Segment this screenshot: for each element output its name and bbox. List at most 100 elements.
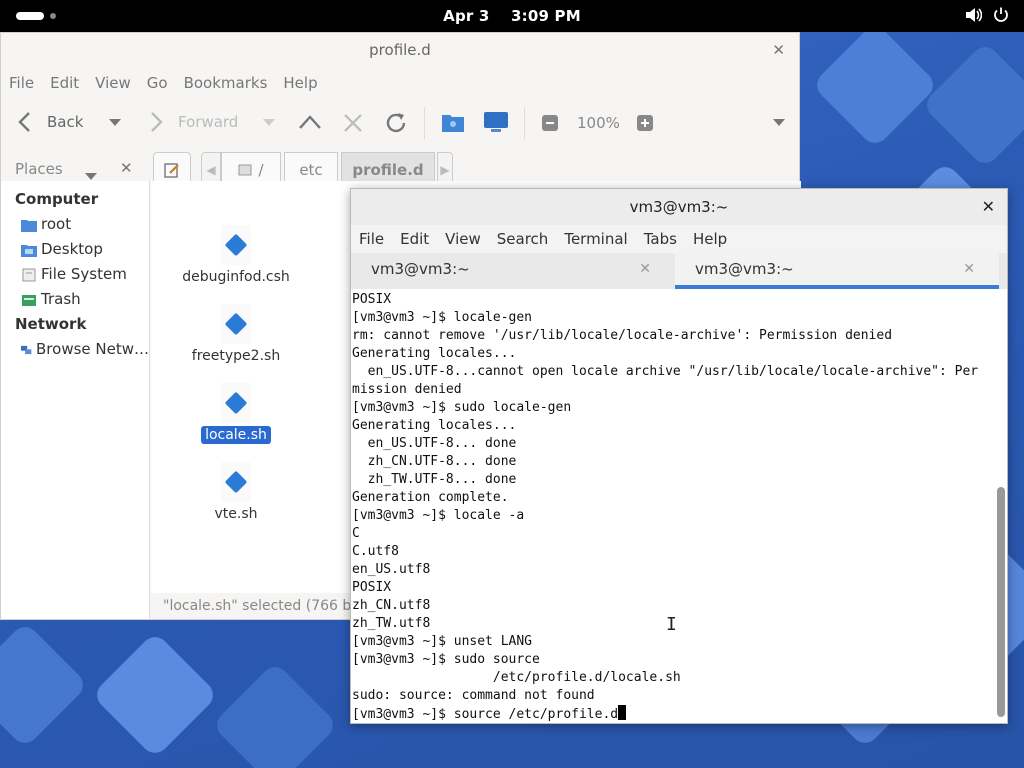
status-text: "locale.sh" selected (766 byte bbox=[163, 598, 374, 614]
terminal-line: Generating locales... bbox=[352, 418, 517, 433]
terminal-line: /etc/profile.d/locale.sh bbox=[352, 670, 681, 685]
file-item[interactable]: freetype2.sh bbox=[176, 304, 296, 364]
terminal-output[interactable]: POSIX [vm3@vm3 ~]$ locale-gen rm: cannot r… bbox=[352, 291, 992, 723]
menu-tabs[interactable]: Tabs bbox=[644, 230, 677, 248]
wallpaper-shape bbox=[921, 41, 1024, 169]
terminal-line: [vm3@vm3 ~]$ sudo source bbox=[352, 652, 540, 667]
wallpaper-shape bbox=[211, 661, 339, 768]
close-button[interactable]: ✕ bbox=[772, 33, 785, 67]
terminal-line: C bbox=[352, 526, 360, 541]
menu-help[interactable]: Help bbox=[283, 74, 317, 92]
trash-icon bbox=[22, 294, 36, 306]
toolbar-separator bbox=[524, 107, 525, 139]
terminal-tab-active[interactable]: vm3@vm3:~ ✕ bbox=[675, 253, 999, 289]
menu-view[interactable]: View bbox=[95, 74, 131, 92]
drive-icon bbox=[238, 164, 252, 176]
terminal-menubar: File Edit View Search Terminal Tabs Help bbox=[351, 225, 1007, 253]
terminal-titlebar[interactable]: vm3@vm3:~ ✕ bbox=[351, 189, 1007, 225]
sidebar-item-root[interactable]: root bbox=[1, 212, 149, 237]
reload-button[interactable] bbox=[383, 110, 409, 136]
menu-go[interactable]: Go bbox=[147, 74, 168, 92]
forward-button[interactable]: Forward bbox=[146, 111, 238, 133]
terminal-scrollbar[interactable] bbox=[997, 487, 1005, 717]
sidebar-item-file-system[interactable]: File System bbox=[1, 262, 149, 287]
up-button[interactable] bbox=[298, 113, 322, 131]
terminal-line: Generation complete. bbox=[352, 490, 509, 505]
terminal-tab[interactable]: vm3@vm3:~ ✕ bbox=[351, 253, 675, 289]
menu-file[interactable]: File bbox=[359, 230, 384, 248]
terminal-line: C.utf8 bbox=[352, 544, 399, 559]
menu-edit[interactable]: Edit bbox=[50, 74, 79, 92]
terminal-line: en_US.UTF-8...cannot open locale archive… bbox=[352, 364, 979, 379]
file-manager-titlebar[interactable]: profile.d ✕ bbox=[1, 33, 799, 67]
sidebar-header-network: Network bbox=[15, 315, 87, 333]
close-button[interactable]: ✕ bbox=[982, 189, 995, 225]
path-segment-label: profile.d bbox=[352, 161, 424, 179]
close-tab-button[interactable]: ✕ bbox=[963, 253, 975, 285]
zoom-out-icon bbox=[542, 115, 558, 131]
forward-history-dropdown[interactable] bbox=[263, 119, 275, 127]
script-file-icon bbox=[221, 383, 251, 423]
menu-bookmarks[interactable]: Bookmarks bbox=[184, 74, 268, 92]
stop-button[interactable] bbox=[343, 113, 363, 133]
back-arrow-icon bbox=[18, 112, 30, 132]
terminal-line: [vm3@vm3 ~]$ locale -a bbox=[352, 508, 525, 523]
terminal-line: [vm3@vm3 ~]$ sudo locale-gen bbox=[352, 400, 572, 415]
menu-view[interactable]: View bbox=[445, 230, 481, 248]
file-name: locale.sh bbox=[201, 426, 271, 444]
menu-terminal[interactable]: Terminal bbox=[564, 230, 627, 248]
clock[interactable]: Apr 3 3:09 PM bbox=[0, 7, 1024, 25]
view-options-dropdown[interactable] bbox=[773, 119, 785, 127]
sidebar-item-browse-network[interactable]: Browse Netw… bbox=[1, 337, 149, 362]
system-menu[interactable] bbox=[964, 6, 1010, 24]
terminal-line: [vm3@vm3 ~]$ locale-gen bbox=[352, 310, 533, 325]
zoom-out-button[interactable] bbox=[542, 115, 558, 131]
close-sidebar-button[interactable]: ✕ bbox=[120, 159, 133, 177]
terminal-line: zh_CN.UTF-8... done bbox=[352, 454, 517, 469]
stop-icon bbox=[344, 114, 362, 132]
chevron-down-icon bbox=[109, 119, 121, 126]
script-file-icon bbox=[221, 304, 251, 344]
sidebar-item-label: Browse Netw… bbox=[36, 340, 149, 358]
forward-label: Forward bbox=[178, 113, 239, 131]
back-button[interactable]: Back bbox=[15, 111, 83, 133]
menu-edit[interactable]: Edit bbox=[400, 230, 429, 248]
menu-search[interactable]: Search bbox=[497, 230, 549, 248]
file-name: vte.sh bbox=[214, 506, 258, 522]
file-manager-menubar: File Edit View Go Bookmarks Help bbox=[1, 67, 799, 99]
desktop-folder-icon bbox=[21, 244, 37, 257]
back-label: Back bbox=[47, 113, 84, 131]
path-segment-label: / bbox=[258, 161, 264, 179]
home-button[interactable] bbox=[441, 111, 465, 133]
sidebar-item-desktop[interactable]: Desktop bbox=[1, 237, 149, 262]
home-folder-icon bbox=[21, 219, 37, 232]
zoom-in-button[interactable] bbox=[637, 115, 653, 131]
edit-icon bbox=[164, 163, 179, 178]
sidebar-item-label: Desktop bbox=[41, 240, 103, 258]
wallpaper-shape bbox=[0, 621, 89, 749]
terminal-line: zh_TW.UTF-8... done bbox=[352, 472, 517, 487]
menu-file[interactable]: File bbox=[9, 74, 34, 92]
up-arrow-icon bbox=[299, 115, 321, 129]
clock-time: 3:09 PM bbox=[510, 7, 581, 25]
terminal-line: [vm3@vm3 ~]$ source /etc/profile.d bbox=[352, 705, 992, 723]
terminal-line: mission denied bbox=[352, 382, 462, 397]
terminal-line: en_US.utf8 bbox=[352, 562, 431, 577]
computer-button[interactable] bbox=[483, 111, 509, 133]
terminal-line: en_US.UTF-8... done bbox=[352, 436, 517, 451]
text-cursor-icon: I bbox=[666, 614, 677, 635]
drive-icon bbox=[22, 268, 36, 281]
file-item[interactable]: debuginfod.csh bbox=[176, 225, 296, 285]
zoom-level: 100% bbox=[577, 114, 620, 132]
file-item[interactable]: vte.sh bbox=[176, 462, 296, 522]
file-item-selected[interactable]: locale.sh bbox=[176, 383, 296, 444]
computer-icon bbox=[484, 112, 508, 132]
close-tab-button[interactable]: ✕ bbox=[639, 253, 651, 285]
sidebar-item-label: Trash bbox=[41, 290, 81, 308]
menu-help[interactable]: Help bbox=[693, 230, 727, 248]
reload-icon bbox=[386, 113, 406, 133]
terminal-line: POSIX bbox=[352, 292, 392, 307]
file-name: freetype2.sh bbox=[191, 348, 281, 364]
back-history-dropdown[interactable] bbox=[109, 119, 121, 127]
sidebar-item-trash[interactable]: Trash bbox=[1, 287, 149, 312]
